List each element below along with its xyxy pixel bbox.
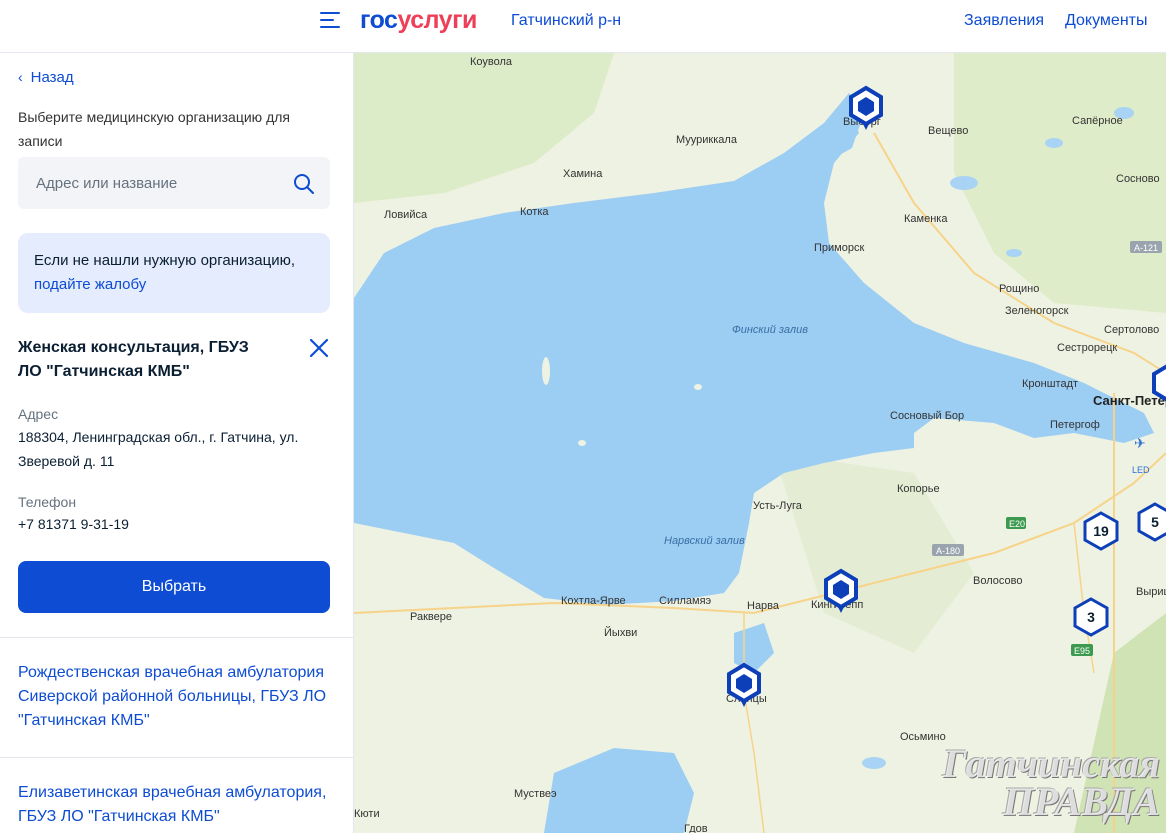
svg-text:✈: ✈ bbox=[1134, 436, 1146, 452]
selected-org-title: Женская консультация, ГБУЗ ЛО "Гатчинска… bbox=[18, 339, 249, 380]
road-badge: А-180 bbox=[932, 544, 964, 556]
select-org-prompt: Выберите медицинскую организацию для зап… bbox=[18, 109, 290, 149]
place-label: Сосновый Бор bbox=[890, 410, 964, 422]
region-selector[interactable]: Гатчинский р-н bbox=[511, 12, 621, 30]
place-label: Силламяэ bbox=[659, 595, 712, 607]
sidebar-panel: ‹ Назад Выберите медицинскую организацию … bbox=[0, 53, 354, 833]
place-label: Вещево bbox=[928, 125, 968, 137]
road-badge: Е95 bbox=[1071, 644, 1093, 656]
place-label: Приморск bbox=[814, 242, 864, 254]
place-label: Сестрорецк bbox=[1057, 342, 1117, 354]
org-list-item-rozhdestveno[interactable]: Рождественская врачебная амбулатория Сив… bbox=[18, 661, 338, 733]
divider bbox=[0, 757, 353, 758]
place-label: Сапёрное bbox=[1072, 115, 1123, 127]
place-label: Мууриккала bbox=[676, 134, 738, 146]
phone-label: Телефон bbox=[18, 494, 77, 510]
place-label: Зеленогорск bbox=[1005, 305, 1069, 317]
place-label: Кюти bbox=[354, 808, 380, 820]
place-label: Усть-Луга bbox=[753, 500, 803, 512]
phone-value: +7 81371 9-31-19 bbox=[18, 516, 129, 532]
road-badge: Е20 bbox=[1006, 517, 1026, 529]
svg-text:Е95: Е95 bbox=[1074, 646, 1090, 656]
place-label: Котка bbox=[520, 206, 549, 218]
place-label: Хамина bbox=[563, 168, 603, 180]
complaint-link[interactable]: подайте жалобу bbox=[34, 273, 314, 297]
search-icon[interactable] bbox=[292, 172, 316, 196]
place-label: Осьмино bbox=[900, 731, 946, 743]
address-label: Адрес bbox=[18, 406, 59, 422]
place-label: Гдов bbox=[684, 823, 708, 833]
place-label: Рощино bbox=[999, 283, 1039, 295]
cluster-marker[interactable]: 3 bbox=[1073, 597, 1109, 637]
map-canvas[interactable]: Финский залив Нарвский залив Коувола Выб… bbox=[354, 53, 1166, 833]
not-found-notice: Если не нашли нужную организацию, подайт… bbox=[18, 233, 330, 313]
org-list-item-elizavetino[interactable]: Елизаветинская врачебная амбулатория, ГБ… bbox=[18, 781, 338, 829]
svg-text:А-180: А-180 bbox=[936, 546, 960, 556]
notice-text: Если не нашли нужную организацию, bbox=[34, 252, 296, 269]
map-view[interactable]: Финский залив Нарвский залив Коувола Выб… bbox=[354, 53, 1166, 833]
place-label: Ракверe bbox=[410, 611, 452, 623]
place-label: Петергоф bbox=[1050, 419, 1100, 431]
place-label: Кохтла-Ярве bbox=[561, 595, 626, 607]
address-value: 188304, Ленинградская обл., г. Гатчина, … bbox=[18, 429, 299, 469]
menu-icon[interactable] bbox=[320, 12, 342, 32]
chevron-left-icon: ‹ bbox=[18, 69, 23, 85]
search-box bbox=[18, 157, 330, 209]
place-label: Йыхви bbox=[604, 626, 637, 639]
svg-text:А-121: А-121 bbox=[1134, 243, 1158, 253]
gosuslugi-logo[interactable]: госуслуги bbox=[360, 6, 477, 35]
place-label: Сертолово bbox=[1104, 324, 1159, 336]
cluster-marker[interactable]: 19 bbox=[1083, 511, 1119, 551]
newspaper-watermark: Гатчинская ПРАВДА bbox=[942, 741, 1160, 824]
place-label: Сосново bbox=[1116, 173, 1160, 185]
cluster-marker[interactable]: 5 bbox=[1137, 502, 1166, 542]
divider bbox=[0, 637, 353, 638]
place-label: Кронштадт bbox=[1022, 378, 1078, 390]
place-label: Вырица bbox=[1136, 586, 1166, 598]
place-label: Ловийса bbox=[384, 209, 428, 221]
place-label: Нарва bbox=[747, 600, 780, 612]
top-header: госуслуги Гатчинский р-н Заявления Докум… bbox=[0, 0, 1166, 53]
place-label: Копорье bbox=[897, 483, 940, 495]
svg-text:5: 5 bbox=[1151, 514, 1159, 530]
place-label: Каменка bbox=[904, 213, 948, 225]
back-button[interactable]: ‹ Назад bbox=[18, 69, 74, 86]
search-input[interactable] bbox=[18, 157, 288, 209]
close-icon[interactable] bbox=[308, 337, 330, 359]
place-label: Волосово bbox=[973, 575, 1022, 587]
city-label-spb: Санкт-Петербург bbox=[1093, 393, 1166, 408]
svg-text:3: 3 bbox=[1087, 609, 1095, 625]
svg-text:LED: LED bbox=[1132, 465, 1150, 475]
sea-label: Финский залив bbox=[732, 324, 808, 336]
road-badge: А-121 bbox=[1130, 241, 1162, 253]
place-label: Коувола bbox=[470, 56, 513, 68]
nav-applications-link[interactable]: Заявления bbox=[964, 12, 1044, 30]
svg-text:19: 19 bbox=[1093, 523, 1109, 539]
place-label: Муствеэ bbox=[514, 788, 557, 800]
select-button[interactable]: Выбрать bbox=[18, 561, 330, 613]
svg-text:Е20: Е20 bbox=[1009, 519, 1025, 529]
nav-documents-link[interactable]: Документы bbox=[1065, 12, 1147, 30]
sea-label: Нарвский залив bbox=[664, 535, 745, 547]
